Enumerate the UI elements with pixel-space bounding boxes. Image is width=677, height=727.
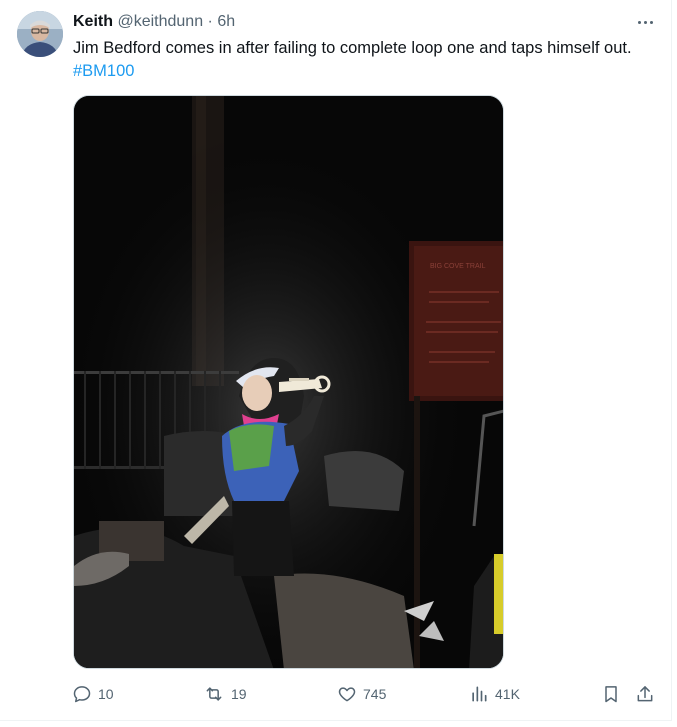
bookmark-icon: [601, 684, 621, 704]
like-icon: [337, 684, 357, 704]
retweet-icon: [203, 684, 225, 704]
tweet-header: Keith @keithdunn · 6h: [73, 12, 235, 32]
hashtag-link[interactable]: #BM100: [73, 62, 134, 80]
views-button[interactable]: 41K: [469, 683, 520, 705]
timestamp[interactable]: 6h: [217, 13, 235, 30]
share-icon: [635, 684, 655, 704]
reply-icon: [72, 684, 92, 704]
share-button[interactable]: [635, 683, 655, 705]
separator-dot: ·: [207, 13, 213, 30]
action-bar: 10 19 745 41K: [72, 683, 660, 705]
like-count: 745: [363, 686, 387, 702]
more-icon[interactable]: [633, 12, 657, 32]
views-count: 41K: [495, 686, 520, 702]
retweet-button[interactable]: 19: [203, 683, 247, 705]
author-handle[interactable]: @keithdunn: [117, 13, 203, 30]
bookmark-button[interactable]: [601, 683, 621, 705]
author-name[interactable]: Keith: [73, 13, 113, 30]
reply-count: 10: [98, 686, 114, 702]
tweet-photo[interactable]: BIG COVE TRAIL: [73, 95, 504, 669]
tweet-card[interactable]: Keith @keithdunn · 6h Jim Bedford comes …: [0, 0, 672, 721]
retweet-count: 19: [231, 686, 247, 702]
avatar[interactable]: [17, 11, 63, 57]
tweet-body: Jim Bedford comes in after failing to co…: [73, 39, 632, 57]
sign-text: BIG COVE TRAIL: [430, 263, 486, 270]
views-icon: [469, 684, 489, 704]
like-button[interactable]: 745: [337, 683, 386, 705]
tweet-text: Jim Bedford comes in after failing to co…: [73, 37, 653, 83]
reply-button[interactable]: 10: [72, 683, 114, 705]
